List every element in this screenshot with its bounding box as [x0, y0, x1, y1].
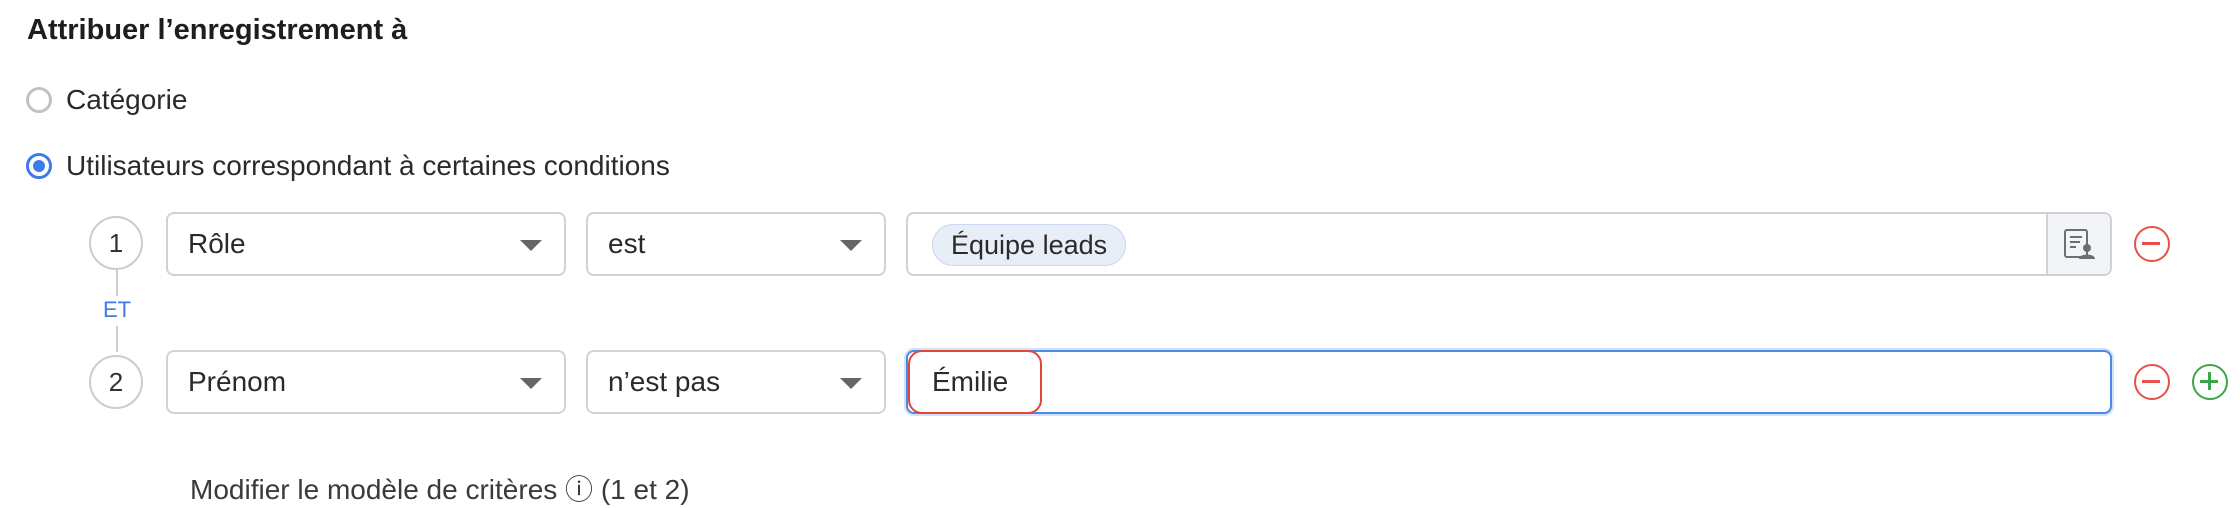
- radio-category[interactable]: Catégorie: [26, 84, 187, 116]
- condition-1-field-value: Rôle: [188, 228, 246, 259]
- condition-2-field-value: Prénom: [188, 366, 287, 397]
- section-title: Attribuer l’enregistrement à: [27, 14, 408, 46]
- radio-category-label: Catégorie: [66, 84, 188, 115]
- and-connector-label: ET: [102, 297, 132, 322]
- condition-2-value-text[interactable]: Émilie: [908, 350, 1042, 414]
- condition-1-operator-select[interactable]: est: [586, 212, 886, 276]
- criteria-pattern-footer[interactable]: Modifier le modèle de critères ⓘ (1 et 2…: [190, 468, 690, 508]
- connector-line-bottom: [116, 326, 118, 352]
- plus-vertical-stroke: [2208, 372, 2211, 390]
- condition-index-1: 1: [89, 216, 143, 270]
- minus-circle-icon: [2142, 242, 2160, 245]
- chevron-down-icon: [520, 378, 542, 389]
- radio-users-matching-label: Utilisateurs correspondant à certaines c…: [66, 150, 670, 181]
- user-list-icon: [2064, 229, 2095, 259]
- chevron-down-icon: [840, 378, 862, 389]
- minus-circle-icon: [2142, 380, 2160, 383]
- radio-button-unchecked[interactable]: [26, 87, 52, 113]
- lookup-button[interactable]: [2046, 214, 2110, 274]
- condition-2-value-input[interactable]: Émilie: [906, 350, 2112, 414]
- condition-index-2: 2: [89, 355, 143, 409]
- condition-2-field-select[interactable]: Prénom: [166, 350, 566, 414]
- condition-1-field-select[interactable]: Rôle: [166, 212, 566, 276]
- value-chip[interactable]: Équipe leads: [932, 224, 1127, 266]
- connector-line-top: [116, 270, 118, 296]
- condition-1-operator-value: est: [608, 228, 646, 259]
- condition-2-operator-value: n’est pas: [608, 366, 721, 397]
- remove-condition-1-button[interactable]: [2134, 226, 2170, 262]
- chevron-down-icon: [840, 240, 862, 251]
- add-condition-button[interactable]: [2192, 364, 2228, 400]
- remove-condition-2-button[interactable]: [2134, 364, 2170, 400]
- radio-users-matching[interactable]: Utilisateurs correspondant à certaines c…: [26, 150, 670, 182]
- condition-2-operator-select[interactable]: n’est pas: [586, 350, 886, 414]
- chevron-down-icon: [520, 240, 542, 251]
- condition-1-value-field[interactable]: Équipe leads: [906, 212, 2112, 276]
- radio-button-checked[interactable]: [26, 153, 52, 179]
